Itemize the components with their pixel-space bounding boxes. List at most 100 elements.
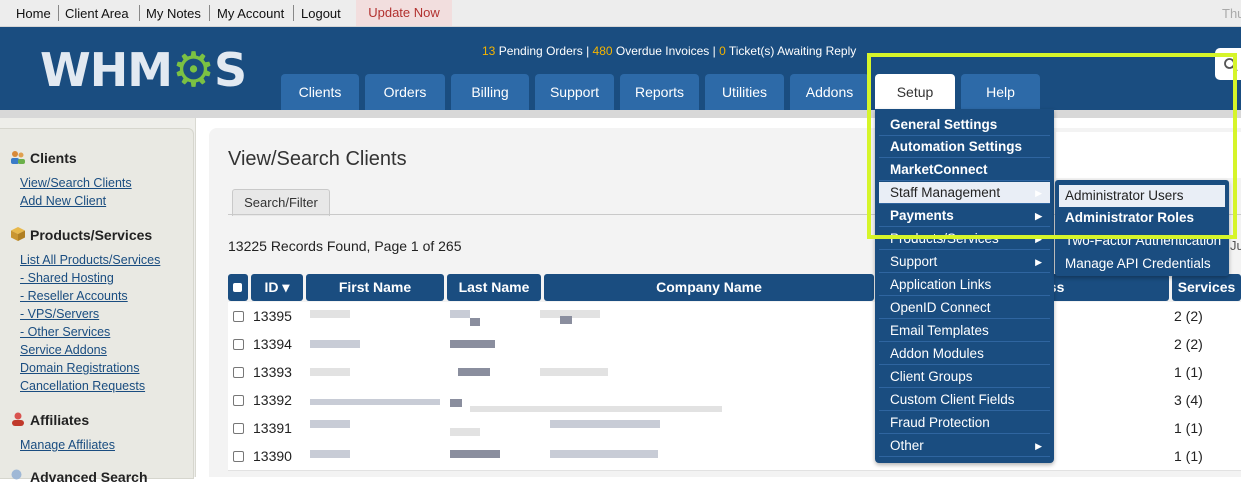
tab-utilities[interactable]: Utilities: [705, 74, 784, 110]
clients-heading: Clients: [30, 150, 77, 166]
tickets-label[interactable]: Ticket(s) Awaiting Reply: [726, 44, 856, 58]
client-id[interactable]: 13392: [253, 392, 292, 408]
services-count: 1 (1): [1174, 448, 1203, 464]
menu-item-label: OpenID Connect: [890, 300, 991, 315]
redacted-first-name: [310, 340, 360, 348]
menu-item-label: Support: [890, 254, 938, 269]
table-row[interactable]: 13394 2 (2): [228, 330, 1241, 359]
chevron-right-icon: ▶: [1035, 441, 1042, 451]
advanced-search-heading: Advanced Search: [30, 469, 148, 485]
separator: [209, 5, 210, 21]
box-icon: [10, 226, 26, 245]
domain-registrations-link[interactable]: Domain Registrations: [20, 361, 140, 375]
column-last-name[interactable]: Last Name: [447, 274, 541, 301]
submenu-item-manage-api-credentials[interactable]: Manage API Credentials: [1059, 253, 1225, 275]
pending-orders-count[interactable]: 13: [482, 44, 495, 58]
redacted-company: [550, 450, 658, 458]
tab-billing[interactable]: Billing: [451, 74, 529, 110]
update-now-button[interactable]: Update Now: [356, 0, 452, 26]
column-company-name[interactable]: Company Name: [544, 274, 874, 301]
logout-link[interactable]: Logout: [301, 6, 341, 21]
tab-search-filter[interactable]: Search/Filter: [232, 189, 330, 216]
services-count: 1 (1): [1174, 420, 1203, 436]
pending-orders-label[interactable]: Pending Orders |: [495, 44, 592, 58]
tickets-count[interactable]: 0: [719, 44, 726, 58]
menu-item-custom-client-fields[interactable]: Custom Client Fields: [879, 389, 1050, 411]
client-id[interactable]: 13394: [253, 336, 292, 352]
view-search-clients-link[interactable]: View/Search Clients: [20, 176, 132, 190]
column-services[interactable]: Services: [1172, 274, 1241, 301]
magnifier-icon: [10, 468, 26, 487]
client-id[interactable]: 13391: [253, 420, 292, 436]
row-checkbox[interactable]: [233, 311, 244, 322]
overdue-invoices-label[interactable]: Overdue Invoices |: [613, 44, 720, 58]
tab-orders[interactable]: Orders: [365, 74, 445, 110]
chevron-right-icon: ▶: [1035, 257, 1042, 267]
column-first-name[interactable]: First Name: [306, 274, 444, 301]
client-area-link[interactable]: Client Area: [65, 6, 129, 21]
separator: [139, 5, 140, 21]
select-all-checkbox[interactable]: [233, 283, 242, 292]
list-all-products-link[interactable]: List All Products/Services: [20, 253, 160, 267]
menu-item-openid-connect[interactable]: OpenID Connect: [879, 297, 1050, 319]
services-count: 3 (4): [1174, 392, 1203, 408]
menu-item-addon-modules[interactable]: Addon Modules: [879, 343, 1050, 365]
menu-item-email-templates[interactable]: Email Templates: [879, 320, 1050, 342]
separator: [58, 5, 59, 21]
redacted-company: [550, 420, 660, 428]
row-checkbox[interactable]: [233, 367, 244, 378]
tab-support[interactable]: Support: [535, 74, 614, 110]
manage-affiliates-link[interactable]: Manage Affiliates: [20, 438, 115, 452]
separator: [293, 5, 294, 21]
redacted-company: [540, 368, 608, 376]
my-account-link[interactable]: My Account: [217, 6, 284, 21]
person-icon: [10, 411, 26, 430]
service-addons-link[interactable]: Service Addons: [20, 343, 107, 357]
row-checkbox[interactable]: [233, 339, 244, 350]
menu-item-label: Client Groups: [890, 369, 973, 384]
my-notes-link[interactable]: My Notes: [146, 6, 201, 21]
table-row[interactable]: 13391 m 1 (1): [228, 414, 1241, 443]
table-row[interactable]: 13392 3 (4): [228, 386, 1241, 415]
row-checkbox[interactable]: [233, 423, 244, 434]
row-checkbox[interactable]: [233, 451, 244, 462]
menu-item-label: Fraud Protection: [890, 415, 990, 430]
tab-clients[interactable]: Clients: [281, 74, 359, 110]
shared-hosting-link[interactable]: - Shared Hosting: [20, 271, 114, 285]
select-all-header[interactable]: [228, 274, 248, 301]
users-icon: [10, 149, 26, 168]
table-row[interactable]: 13395 2 (2): [228, 302, 1241, 331]
whmcs-logo[interactable]: WHM⚙S: [40, 42, 247, 98]
table-row[interactable]: 13390 1 (1): [228, 442, 1241, 471]
vps-servers-link[interactable]: - VPS/Servers: [20, 307, 99, 321]
menu-item-client-groups[interactable]: Client Groups: [879, 366, 1050, 388]
menu-item-other[interactable]: Other ▶: [879, 435, 1050, 457]
redacted-first-name: [310, 450, 350, 458]
reseller-accounts-link[interactable]: - Reseller Accounts: [20, 289, 128, 303]
redacted-last-name: [470, 318, 480, 326]
menu-item-fraud-protection[interactable]: Fraud Protection: [879, 412, 1050, 434]
column-id[interactable]: ID ▾: [251, 274, 303, 301]
menu-item-support[interactable]: Support ▶: [879, 251, 1050, 273]
client-id[interactable]: 13393: [253, 364, 292, 380]
client-id[interactable]: 13395: [253, 308, 292, 324]
client-id[interactable]: 13390: [253, 448, 292, 464]
home-link[interactable]: Home: [16, 6, 51, 21]
highlight-annotation-box: [867, 53, 1237, 239]
menu-item-application-links[interactable]: Application Links: [879, 274, 1050, 296]
tab-addons[interactable]: Addons: [790, 74, 869, 110]
redacted-first-name: [310, 420, 350, 428]
redacted-last-name: [450, 399, 462, 407]
other-services-link[interactable]: - Other Services: [20, 325, 110, 339]
row-checkbox[interactable]: [233, 395, 244, 406]
menu-item-label: Addon Modules: [890, 346, 984, 361]
affiliates-heading: Affiliates: [30, 412, 90, 428]
redacted-company: [560, 316, 572, 324]
overdue-invoices-count[interactable]: 480: [593, 44, 613, 58]
add-new-client-link[interactable]: Add New Client: [20, 194, 106, 208]
cancellation-requests-link[interactable]: Cancellation Requests: [20, 379, 145, 393]
gear-icon: ⚙: [172, 42, 215, 98]
table-row[interactable]: 13393 1 (1): [228, 358, 1241, 387]
tab-reports[interactable]: Reports: [620, 74, 699, 110]
redacted-company: [470, 406, 722, 412]
